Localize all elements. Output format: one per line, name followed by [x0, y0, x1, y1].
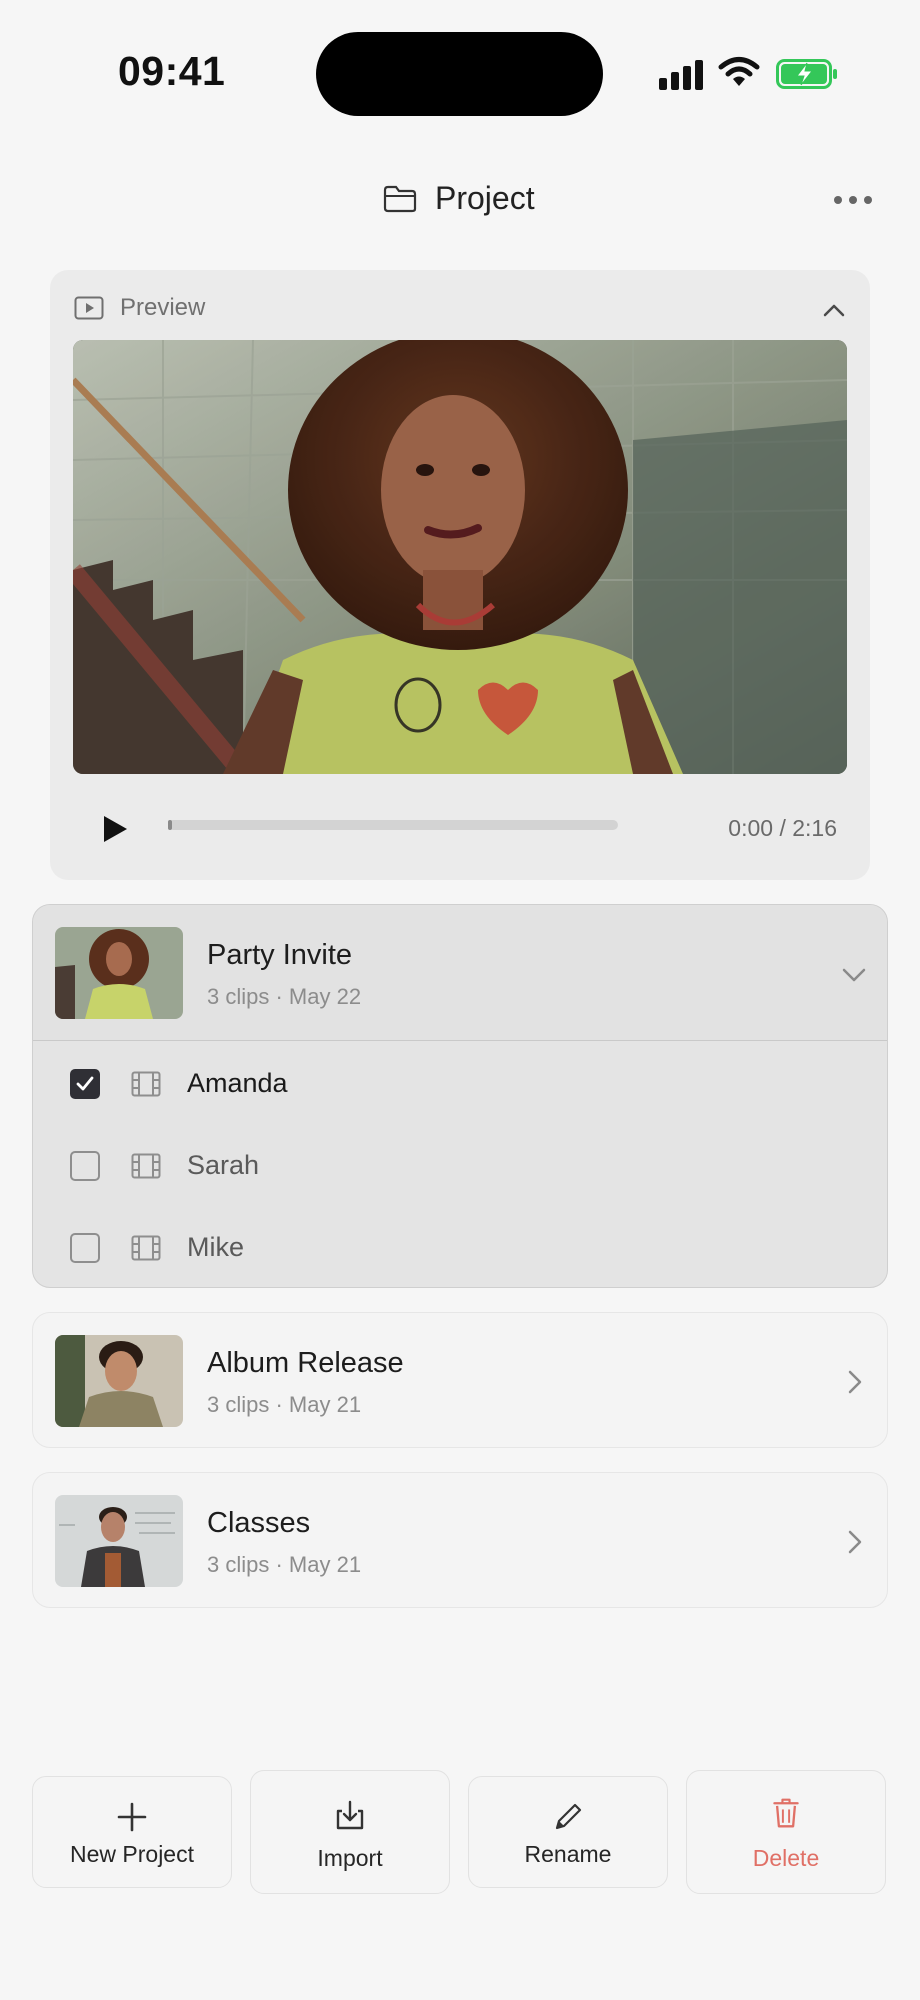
checkmark-icon — [76, 1076, 94, 1091]
clip-name: Amanda — [187, 1068, 288, 1098]
import-label: Import — [317, 1845, 383, 1871]
import-icon — [336, 1800, 364, 1830]
project-row[interactable]: Album Release 3 clips · May 21 — [33, 1313, 887, 1449]
clip-row[interactable]: Mike — [33, 1205, 887, 1287]
clip-row[interactable]: Amanda — [33, 1041, 887, 1123]
new-project-button[interactable]: New Project — [32, 1776, 232, 1888]
clip-row[interactable]: Sarah — [33, 1123, 887, 1205]
play-box-icon — [74, 296, 104, 320]
header-title-group: Project — [383, 180, 535, 217]
project-title: Album Release — [207, 1347, 404, 1379]
clip-name: Sarah — [187, 1150, 260, 1180]
project-title: Party Invite — [207, 939, 353, 971]
chevron-up-icon[interactable] — [822, 302, 846, 318]
time-readout: 0:00 / 2:16 — [728, 815, 837, 841]
delete-button[interactable]: Delete — [686, 1770, 886, 1894]
film-icon — [131, 1235, 161, 1261]
film-icon — [131, 1071, 161, 1097]
dynamic-island — [316, 32, 603, 116]
video-preview[interactable] — [73, 340, 847, 774]
project-card-party-invite: Party Invite 3 clips · May 22 Amanda Sar… — [32, 904, 888, 1288]
project-meta: 3 clips · May 21 — [207, 1392, 362, 1417]
rename-label: Rename — [524, 1841, 612, 1867]
more-options-icon[interactable] — [830, 196, 876, 208]
cellular-signal-icon — [659, 58, 705, 90]
import-button[interactable]: Import — [250, 1770, 450, 1894]
project-thumbnail — [55, 927, 183, 1019]
project-thumbnail — [55, 1495, 183, 1587]
project-thumbnail — [55, 1335, 183, 1427]
folder-icon — [383, 185, 417, 212]
clip-name: Mike — [187, 1232, 245, 1262]
project-meta: 3 clips · May 22 — [207, 984, 362, 1009]
pencil-icon — [555, 1803, 582, 1830]
project-meta: 3 clips · May 21 — [207, 1552, 362, 1577]
header: Project — [0, 180, 920, 224]
wifi-icon — [718, 57, 760, 86]
project-row[interactable]: Classes 3 clips · May 21 — [33, 1473, 887, 1609]
play-icon[interactable] — [102, 815, 128, 843]
project-title: Classes — [207, 1507, 311, 1539]
playback-scrubber[interactable] — [168, 820, 618, 830]
film-icon — [131, 1153, 161, 1179]
video-frame-image — [73, 340, 847, 774]
project-row[interactable]: Party Invite 3 clips · May 22 — [33, 905, 887, 1041]
project-card-classes[interactable]: Classes 3 clips · May 21 — [32, 1472, 888, 1608]
status-time: 09:41 — [118, 48, 226, 94]
scrubber-progress — [168, 820, 172, 830]
chevron-down-icon[interactable] — [841, 961, 867, 987]
clip-checkbox[interactable] — [70, 1233, 100, 1263]
battery-charging-icon — [776, 59, 837, 89]
rename-button[interactable]: Rename — [468, 1776, 668, 1888]
preview-label: Preview — [120, 294, 206, 321]
plus-icon — [117, 1802, 147, 1832]
project-card-album-release[interactable]: Album Release 3 clips · May 21 — [32, 1312, 888, 1448]
new-project-label: New Project — [70, 1841, 194, 1867]
clip-checkbox[interactable] — [70, 1151, 100, 1181]
preview-panel: Preview 0:00 / 2:16 — [50, 270, 870, 880]
preview-header: Preview — [74, 294, 205, 322]
clip-checkbox[interactable] — [70, 1069, 100, 1099]
chevron-right-icon[interactable] — [841, 1529, 867, 1555]
delete-label: Delete — [752, 1845, 820, 1871]
chevron-right-icon[interactable] — [841, 1369, 867, 1395]
trash-icon — [773, 1798, 799, 1828]
page-title: Project — [435, 180, 535, 216]
